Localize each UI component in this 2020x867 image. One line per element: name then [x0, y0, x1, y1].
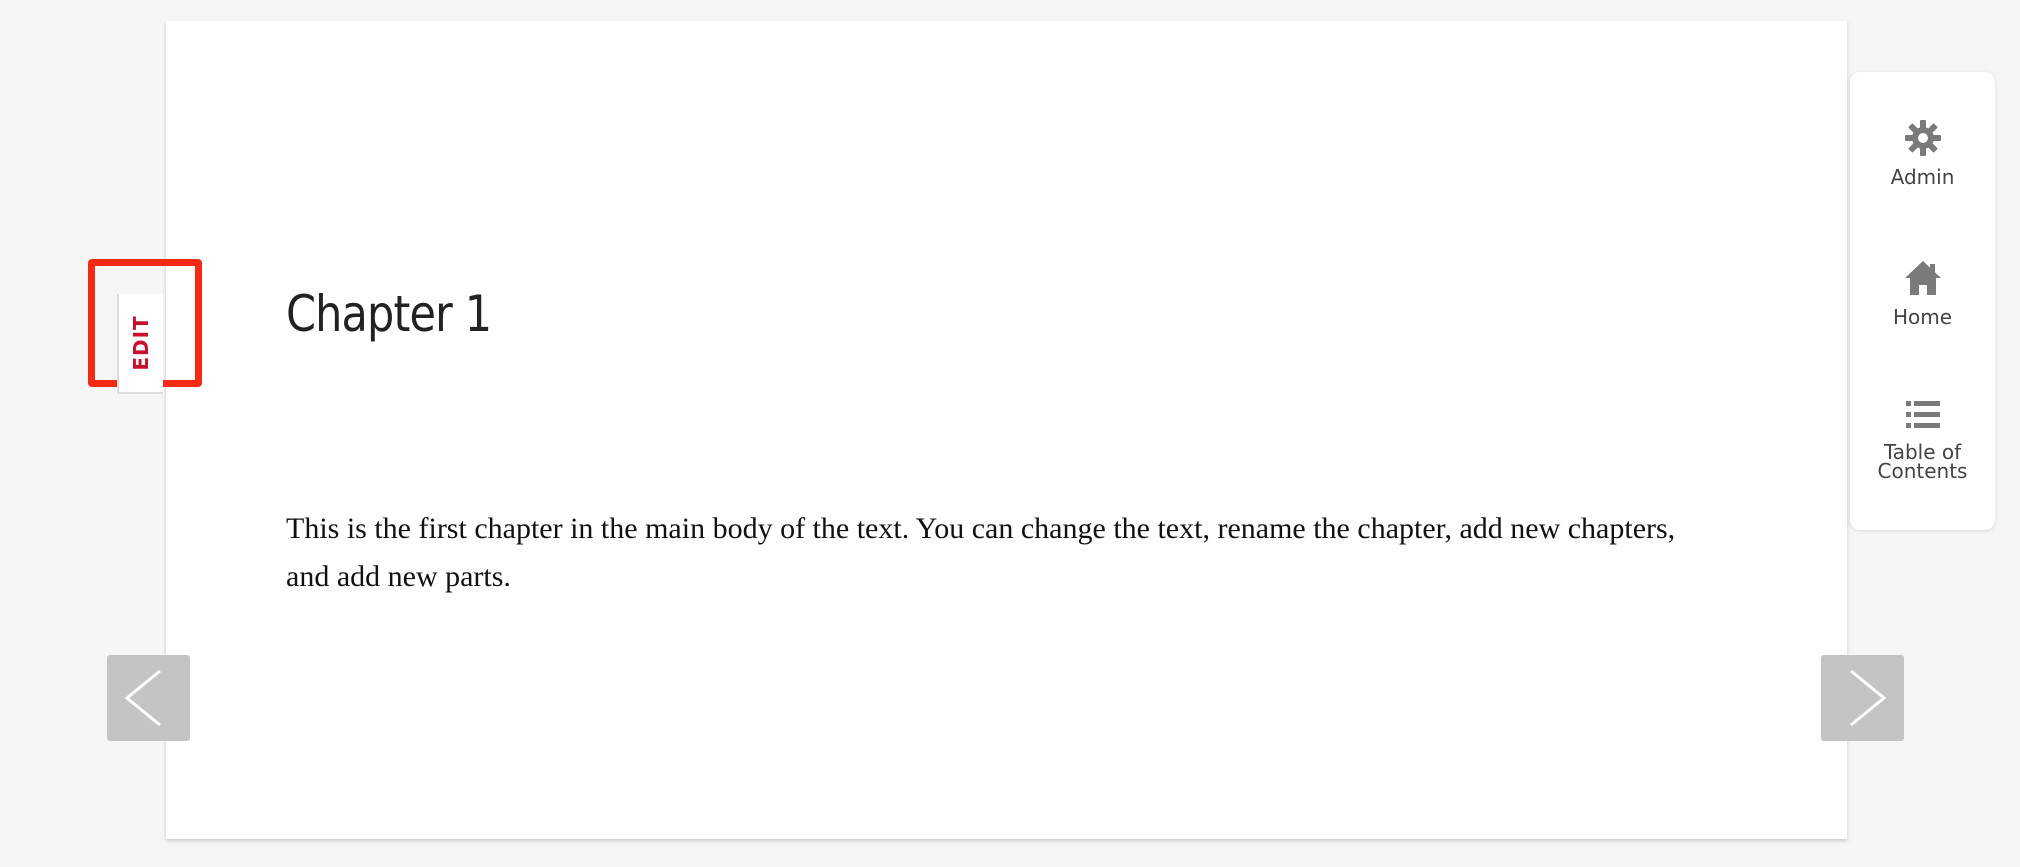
- edit-label: EDIT: [129, 315, 153, 371]
- side-item-admin[interactable]: Admin: [1850, 118, 1995, 187]
- home-icon: [1904, 261, 1941, 295]
- side-item-home[interactable]: Home: [1850, 258, 1995, 327]
- gear-icon: [1904, 120, 1941, 156]
- side-item-table-of-contents[interactable]: Table of Contents: [1850, 395, 1995, 481]
- book-page: [166, 21, 1847, 839]
- next-page-button[interactable]: [1821, 655, 1904, 741]
- side-label-admin: Admin: [1890, 165, 1955, 189]
- edit-tab[interactable]: EDIT: [117, 294, 163, 394]
- list-icon: [1905, 401, 1940, 428]
- chapter-title: Chapter 1: [286, 285, 492, 343]
- chapter-body-text: This is the first chapter in the main bo…: [286, 512, 1676, 593]
- side-label-home: Home: [1892, 305, 1953, 329]
- side-label-table-of-contents-line2: Contents: [1877, 459, 1968, 483]
- chevron-right-icon: [1850, 669, 1887, 727]
- side-navigation-panel: Admin Home Table of Contents: [1850, 72, 1995, 530]
- chevron-left-icon: [124, 669, 161, 727]
- previous-page-button[interactable]: [107, 655, 190, 741]
